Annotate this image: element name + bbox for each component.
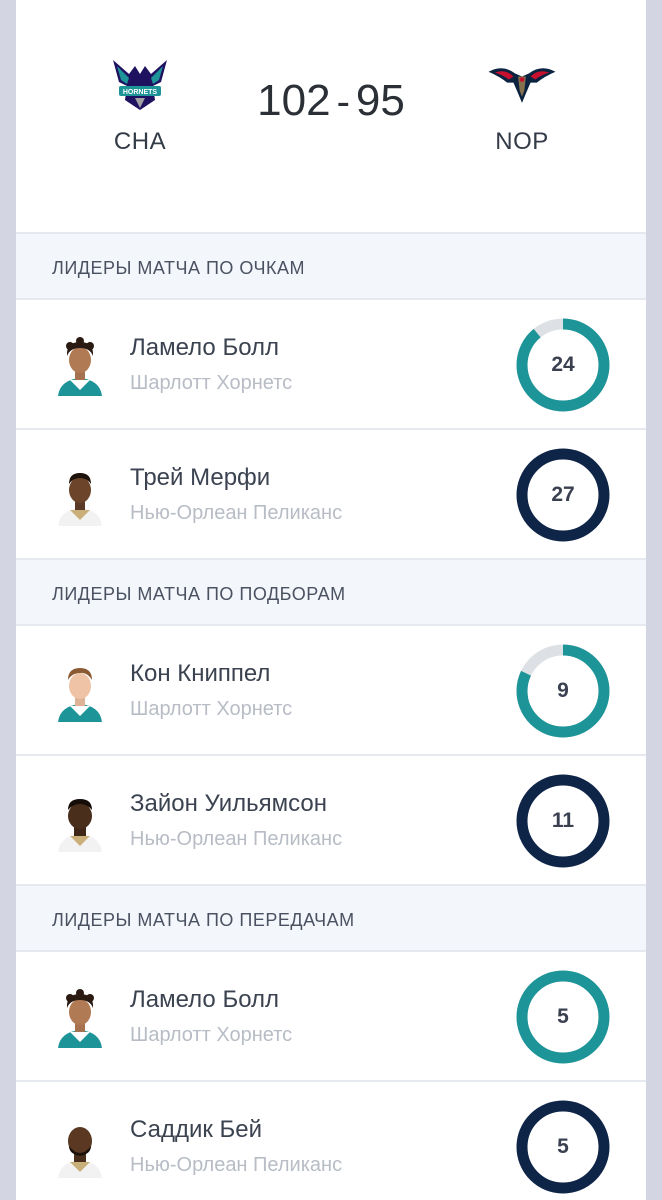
player-name: Зайон Уильямсон [130,790,327,817]
player-avatar [58,989,102,1048]
player-team: Нью-Орлеан Пеликанс [130,1154,343,1176]
player-team: Нью-Орлеан Пеликанс [130,502,343,524]
leader-row[interactable]: Ламело Болл Шарлотт Хорнетс 24 [16,300,646,430]
stat-value: 5 [557,1005,569,1028]
home-score: 102 [257,76,331,125]
section-rebounds-title: ЛИДЕРЫ МАТЧА ПО ПОДБОРАМ [16,560,646,626]
leader-row[interactable]: Ламело Болл Шарлотт Хорнетс 5 [16,952,646,1082]
player-name: Саддик Бей [130,1116,263,1143]
player-avatar [58,473,102,526]
player-avatar [58,1127,102,1178]
stat-value: 24 [551,353,575,376]
stat-value: 5 [557,1135,569,1158]
leader-row[interactable]: Кон Книппел Шарлотт Хорнетс 9 [16,626,646,756]
player-name: Кон Книппел [130,660,271,687]
player-team: Шарлотт Хорнетс [130,372,293,394]
away-team-abbr: NOP [495,128,549,155]
stat-value: 27 [551,483,575,506]
home-team-abbr: CHA [113,128,167,155]
player-avatar [58,799,102,852]
player-team: Нью-Орлеан Пеликанс [130,828,343,850]
leader-row[interactable]: Трей Мерфи Нью-Орлеан Пеликанс 27 [16,430,646,560]
player-avatar [58,668,102,722]
section-points-title: ЛИДЕРЫ МАТЧА ПО ОЧКАМ [16,234,646,300]
player-name: Ламело Болл [130,986,280,1013]
game-card: HORNETS CHA 102-95 NOP ЛИДЕРЫ МАТЧА ПО О… [16,0,646,1200]
score-header: HORNETS CHA 102-95 NOP [16,0,646,234]
player-name: Трей Мерфи [130,464,271,491]
pelicans-logo-icon [488,68,556,103]
player-name: Ламело Болл [130,334,280,361]
player-team: Шарлотт Хорнетс [130,698,293,720]
player-team: Шарлотт Хорнетс [130,1024,293,1046]
stat-value: 9 [557,679,569,702]
leader-row[interactable]: Саддик Бей Нью-Орлеан Пеликанс 5 [16,1082,646,1200]
away-score: 95 [355,76,405,125]
hornets-logo-icon: HORNETS [113,60,167,110]
stat-value: 11 [551,809,575,832]
section-assists-title: ЛИДЕРЫ МАТЧА ПО ПЕРЕДАЧАМ [16,886,646,952]
score-separator: - [336,80,350,124]
home-team[interactable]: HORNETS CHA [80,52,200,156]
final-score: 102-95 [216,76,446,126]
leader-row[interactable]: Зайон Уильямсон Нью-Орлеан Пеликанс 11 [16,756,646,886]
player-avatar [58,337,102,396]
away-team[interactable]: NOP [462,52,582,156]
svg-text:HORNETS: HORNETS [123,89,158,96]
